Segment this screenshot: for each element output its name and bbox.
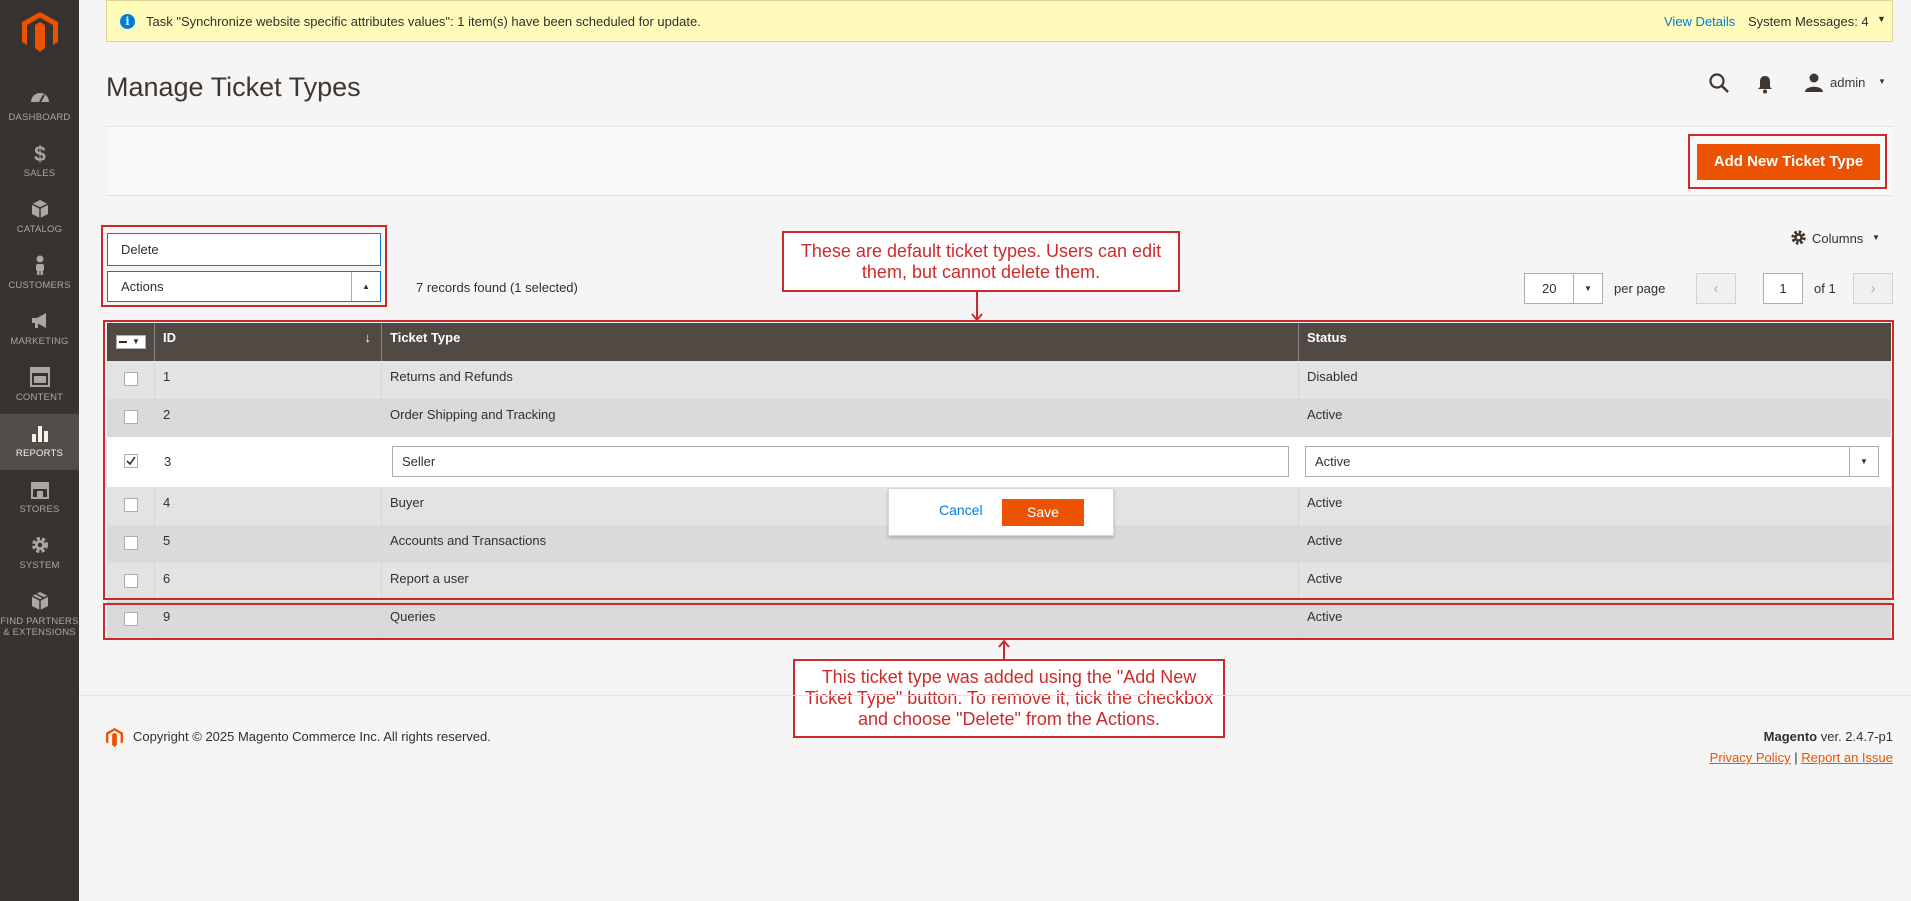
annotation-text: and choose "Delete" from the Actions. — [858, 709, 1160, 729]
add-new-ticket-type-button[interactable]: Add New Ticket Type — [1697, 144, 1880, 180]
sidebar-item-label: REPORTS — [15, 448, 64, 459]
gear-icon — [31, 537, 48, 553]
box-icon — [31, 592, 48, 610]
sidebar-item-content[interactable]: CONTENT — [0, 358, 79, 414]
sidebar-item-label: MARKETING — [10, 336, 69, 347]
system-messages-toggle[interactable]: System Messages: 4 — [1748, 14, 1869, 29]
annotation-text: This ticket type was added using the "Ad… — [821, 667, 1197, 687]
admin-user-menu[interactable]: admin — [1830, 75, 1865, 90]
per-page-select[interactable]: 20 ▼ — [1524, 273, 1603, 304]
sidebar-item-marketing[interactable]: MARKETING — [0, 302, 79, 358]
privacy-policy-link[interactable]: Privacy Policy — [1710, 750, 1791, 765]
dashboard-icon — [30, 93, 49, 103]
sidebar-item-customers[interactable]: CUSTOMERS — [0, 246, 79, 302]
magento-logo-icon — [106, 728, 123, 747]
gear-icon[interactable] — [1790, 229, 1807, 246]
previous-page-button[interactable]: ‹ — [1696, 273, 1736, 304]
per-page-value: 20 — [1542, 281, 1557, 296]
megaphone-icon — [31, 313, 46, 328]
user-icon[interactable] — [1804, 72, 1824, 92]
magento-logo-icon[interactable] — [22, 12, 58, 52]
columns-toggle[interactable]: Columns — [1812, 231, 1863, 246]
admin-sidebar: DASHBOARD $ SALES CATALOG CUSTOMERS MARK… — [0, 0, 79, 901]
sidebar-item-label: SALES — [23, 168, 56, 179]
mass-action-option-delete[interactable]: Delete — [107, 233, 381, 266]
store-icon — [30, 482, 49, 499]
footer-links: Privacy Policy | Report an Issue — [1710, 750, 1893, 765]
sidebar-item-label: & EXTENSIONS — [3, 627, 76, 638]
annotation-text: them, but cannot delete them. — [861, 261, 1101, 282]
chevron-down-icon[interactable]: ▼ — [1877, 14, 1886, 24]
per-page-label: per page — [1614, 281, 1666, 296]
annotation-text: These are default ticket types. Users ca… — [800, 240, 1162, 261]
sidebar-item-label: DASHBOARD — [8, 112, 71, 123]
next-page-button[interactable]: › — [1853, 273, 1893, 304]
system-message-text: Task "Synchronize website specific attri… — [146, 14, 701, 29]
view-details-link[interactable]: View Details — [1664, 14, 1735, 29]
version-info: Magento ver. 2.4.7-p1 — [1764, 729, 1893, 744]
cube-icon — [31, 200, 48, 218]
sidebar-item-stores[interactable]: STORES — [0, 470, 79, 526]
sidebar-item-sales[interactable]: $ SALES — [0, 134, 79, 190]
annotation-note-added-type: This ticket type was added using the "Ad… — [793, 659, 1225, 738]
total-pages: of 1 — [1814, 281, 1836, 296]
sidebar-item-dashboard[interactable]: DASHBOARD — [0, 78, 79, 134]
current-page-input[interactable]: 1 — [1763, 273, 1803, 304]
annotation-box-added-row — [103, 603, 1894, 640]
annotation-box-default-rows — [103, 320, 1894, 600]
chevron-down-icon[interactable]: ▼ — [1878, 77, 1886, 86]
person-icon — [35, 255, 44, 275]
version-number: ver. 2.4.7-p1 — [1817, 729, 1893, 744]
sidebar-item-label: STORES — [19, 504, 60, 515]
mass-actions-select[interactable]: Actions ▲ — [107, 271, 381, 302]
sidebar-item-system[interactable]: SYSTEM — [0, 526, 79, 582]
copyright-text: Copyright © 2025 Magento Commerce Inc. A… — [133, 729, 491, 744]
layout-icon — [29, 367, 50, 387]
chevron-up-icon[interactable]: ▲ — [351, 272, 380, 301]
brand-name: Magento — [1763, 729, 1818, 744]
sidebar-item-find-partners[interactable]: FIND PARTNERS & EXTENSIONS — [0, 582, 79, 646]
annotation-text: Ticket Type" button. To remove it, tick … — [804, 688, 1214, 708]
bar-chart-icon — [31, 426, 48, 442]
chevron-down-icon[interactable]: ▼ — [1872, 233, 1880, 242]
sidebar-item-catalog[interactable]: CATALOG — [0, 190, 79, 246]
chevron-left-icon: ‹ — [1713, 280, 1719, 297]
svg-text:$: $ — [34, 143, 46, 164]
annotation-note-default-types: These are default ticket types. Users ca… — [782, 231, 1180, 292]
dollar-icon: $ — [34, 143, 46, 164]
annotation-arrow-down — [971, 291, 983, 322]
sidebar-item-label: CONTENT — [15, 392, 64, 403]
info-icon: i — [120, 14, 135, 29]
footer-divider — [79, 695, 1911, 696]
sidebar-item-reports[interactable]: REPORTS — [0, 414, 79, 470]
page-title: Manage Ticket Types — [106, 72, 361, 102]
sidebar-item-label: SYSTEM — [19, 560, 60, 571]
mass-actions-label: Actions — [121, 279, 164, 294]
chevron-right-icon: › — [1870, 280, 1876, 297]
sidebar-item-label: FIND PARTNERS — [0, 616, 79, 627]
annotation-arrow-up — [998, 640, 1010, 660]
page-actions-bar — [106, 126, 1893, 196]
sidebar-item-label: CUSTOMERS — [8, 280, 71, 291]
system-message-bar: i Task "Synchronize website specific att… — [106, 0, 1893, 42]
sidebar-item-label: CATALOG — [16, 224, 63, 235]
search-icon[interactable] — [1708, 72, 1730, 94]
records-found: 7 records found (1 selected) — [416, 280, 578, 295]
bell-icon[interactable] — [1756, 74, 1774, 94]
footer-separator: | — [1794, 750, 1798, 765]
chevron-down-icon[interactable]: ▼ — [1573, 274, 1602, 303]
report-issue-link[interactable]: Report an Issue — [1801, 750, 1893, 765]
